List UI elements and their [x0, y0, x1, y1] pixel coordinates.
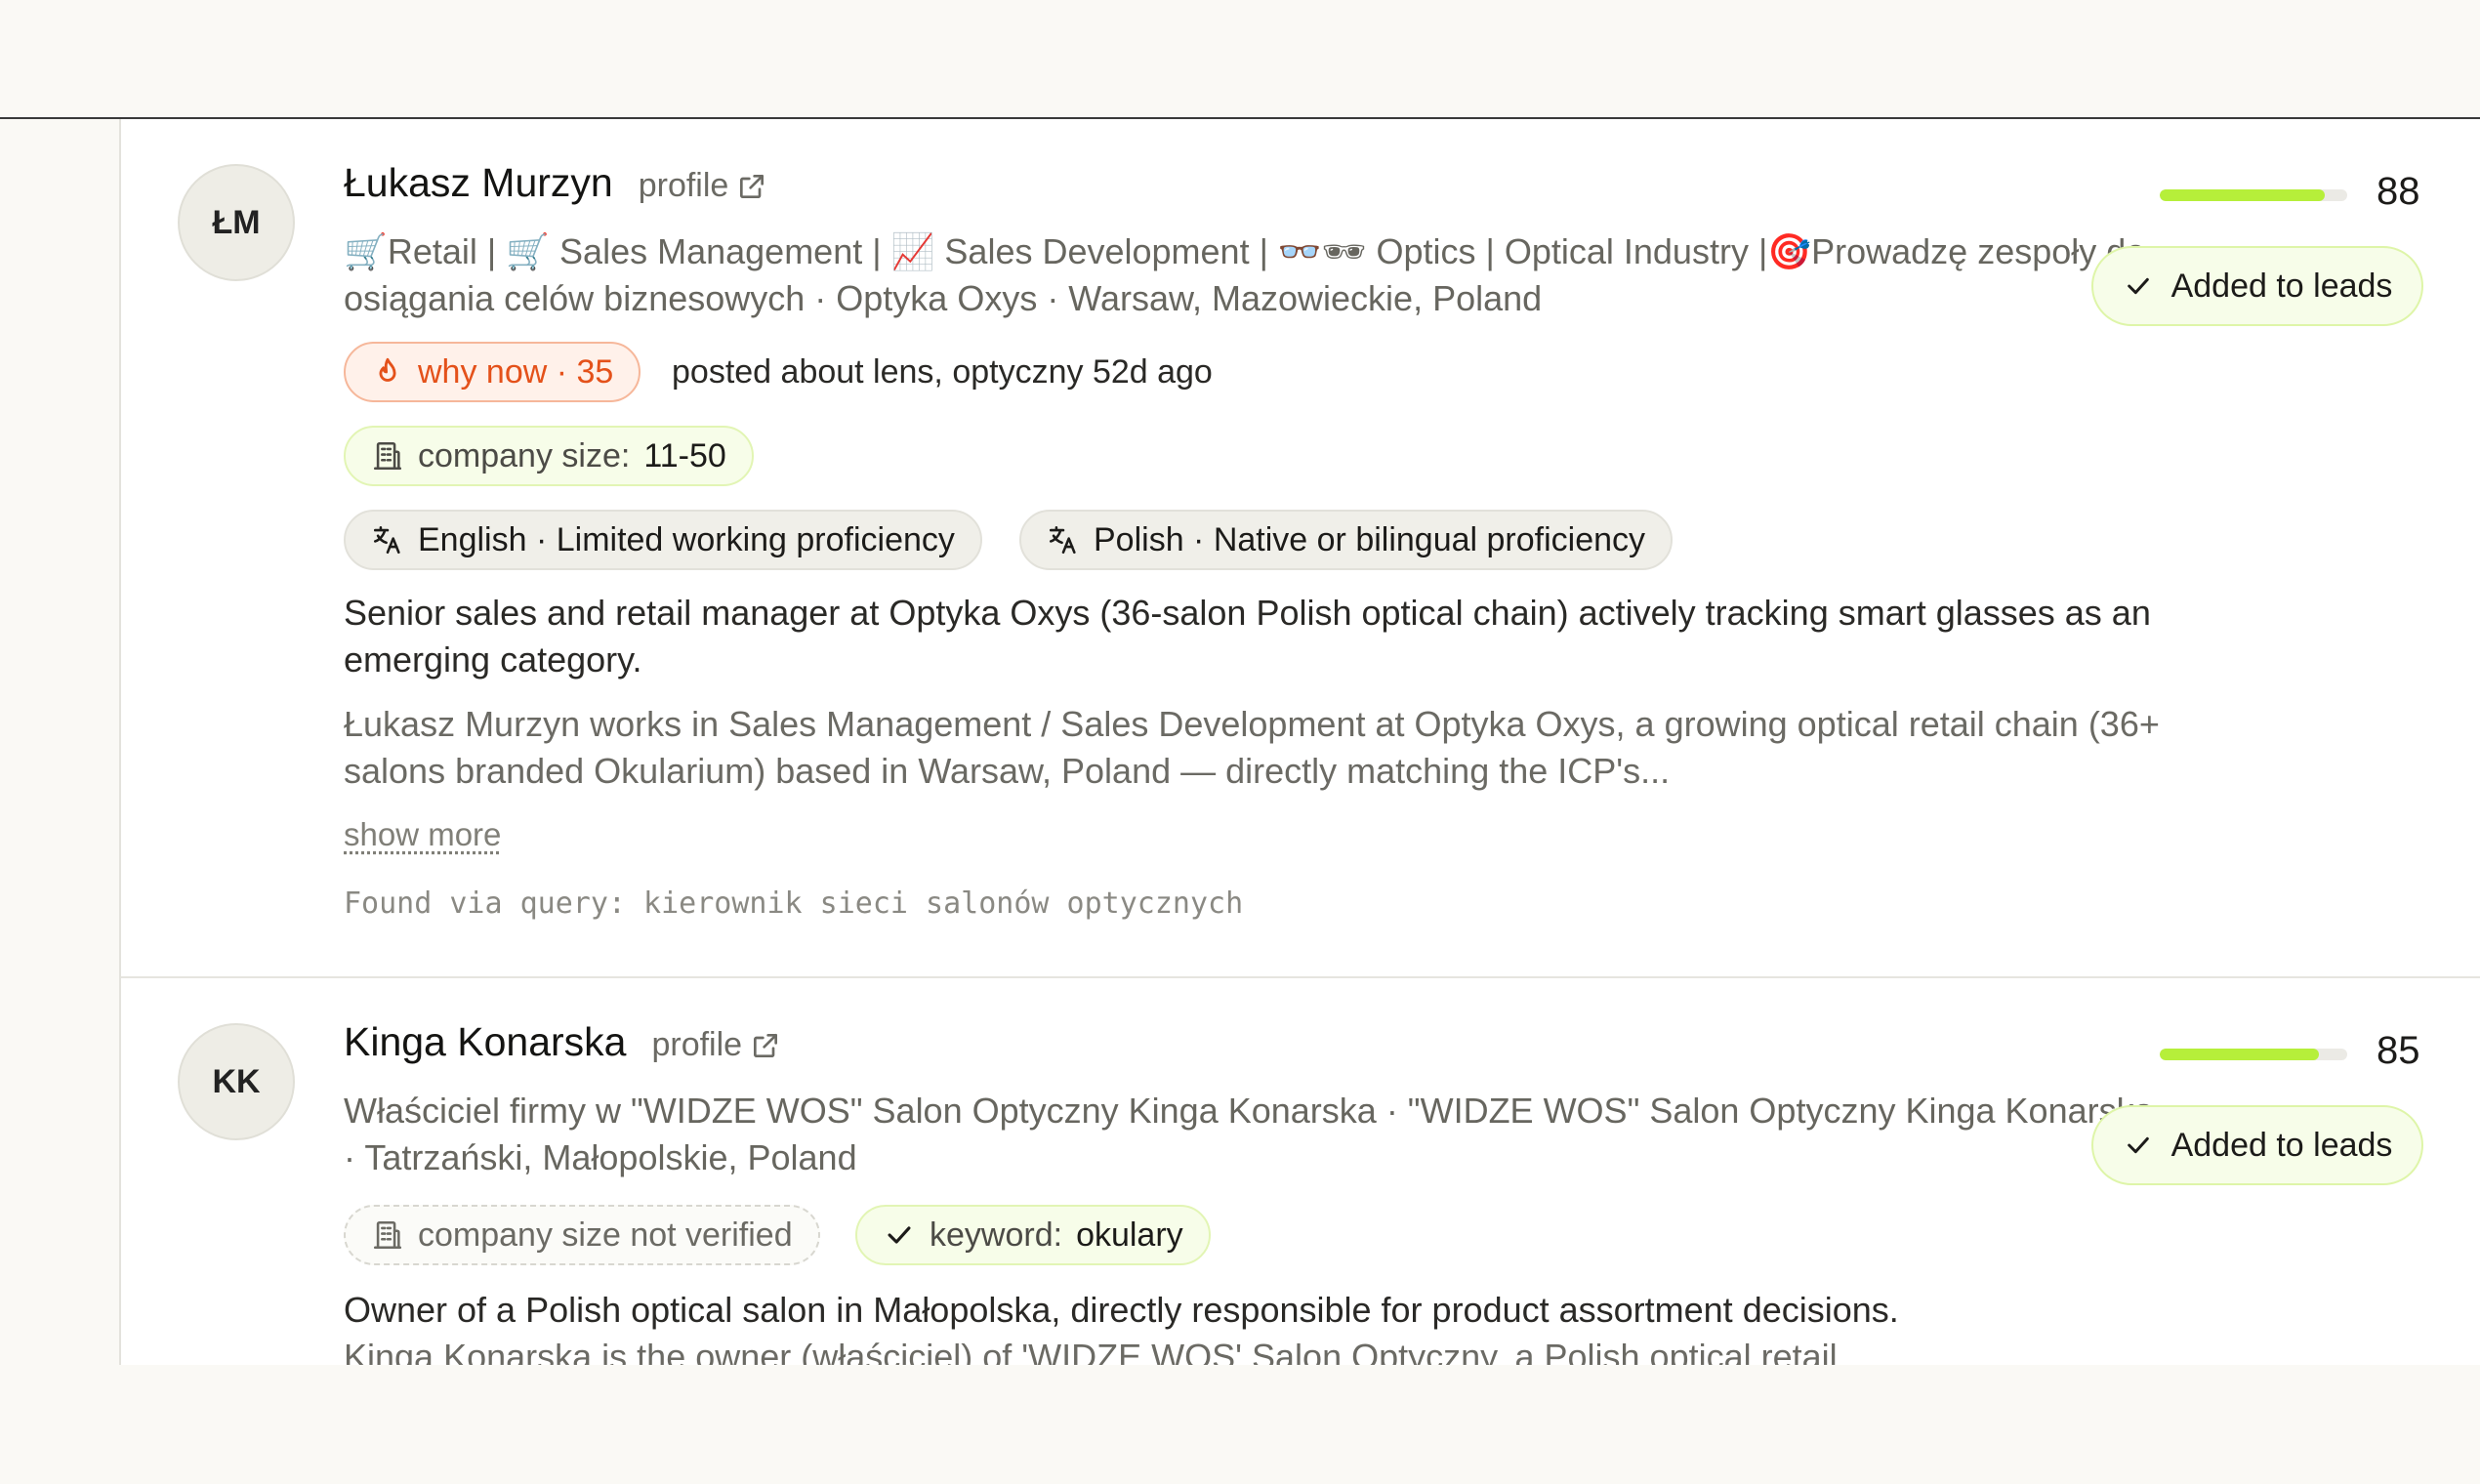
bottom-area	[0, 1365, 2480, 1484]
score-bar-fill	[2160, 1049, 2320, 1060]
candidate-list: ŁM Łukasz Murzyn profile 🛒Retail | 🛒 Sal…	[121, 119, 2480, 1365]
found-via-query: Found via query: kierownik sieci salonów…	[344, 886, 1244, 921]
show-more-link[interactable]: show more	[344, 816, 501, 853]
added-to-leads-label: Added to leads	[2170, 267, 2393, 305]
keyword-badge: keyword: okulary	[855, 1205, 1211, 1265]
score-bar	[2160, 1049, 2347, 1060]
keyword-label: keyword:	[930, 1216, 1063, 1254]
company-size-label: company size:	[418, 436, 631, 474]
why-now-reason: posted about lens, optyczny 52d ago	[672, 353, 1213, 391]
score-value: 85	[2377, 1029, 2420, 1072]
candidate-card: ŁM Łukasz Murzyn profile 🛒Retail | 🛒 Sal…	[121, 119, 2480, 978]
profile-link-label: profile	[638, 167, 729, 204]
left-gutter	[0, 119, 121, 1365]
profile-link[interactable]: profile	[651, 1026, 781, 1064]
why-now-badge[interactable]: why now · 35	[344, 342, 641, 402]
name-row: Łukasz Murzyn profile	[344, 160, 767, 206]
name-row: Kinga Konarska profile	[344, 1019, 781, 1065]
language-badge: English · Limited working proficiency	[344, 510, 982, 570]
company-size-unverified-badge: company size not verified	[344, 1205, 820, 1265]
company-size-value: 11-50	[643, 436, 726, 474]
candidate-detail: Kinga Konarska is the owner (właściciel)…	[344, 1337, 1838, 1365]
avatar: KK	[178, 1023, 295, 1140]
added-to-leads-button[interactable]: Added to leads	[2091, 246, 2423, 326]
building-icon	[373, 441, 402, 471]
flame-icon	[379, 357, 396, 382]
check-icon	[2127, 277, 2149, 295]
external-link-icon	[740, 174, 765, 198]
company-size-badge: company size: 11-50	[344, 426, 754, 486]
match-score: 85	[2160, 1029, 2480, 1088]
translate-icon	[373, 525, 400, 555]
language-label: Polish · Native or bilingual proficiency	[1094, 520, 1646, 558]
score-bar	[2160, 189, 2347, 201]
profile-link[interactable]: profile	[639, 167, 768, 205]
language-label: English · Limited working proficiency	[418, 520, 955, 558]
avatar: ŁM	[178, 164, 295, 281]
top-toolbar	[0, 0, 2480, 119]
check-icon	[888, 1226, 911, 1244]
candidate-name: Kinga Konarska	[344, 1019, 627, 1064]
candidate-summary: Senior sales and retail manager at Optyk…	[344, 593, 2151, 680]
match-score: 88	[2160, 170, 2480, 228]
building-icon	[373, 1220, 402, 1250]
added-to-leads-label: Added to leads	[2170, 1126, 2393, 1164]
company-size-unverified-label: company size not verified	[418, 1216, 793, 1254]
translate-icon	[1049, 525, 1076, 555]
check-icon	[2127, 1136, 2149, 1154]
profile-link-label: profile	[651, 1026, 743, 1063]
candidate-headline: Właściciel firmy w "WIDZE WOS" Salon Opt…	[344, 1091, 2154, 1177]
candidate-card: KK Kinga Konarska profile Właściciel fir…	[121, 978, 2480, 1365]
why-now-label: why now · 35	[418, 352, 614, 391]
added-to-leads-button[interactable]: Added to leads	[2091, 1105, 2423, 1185]
candidate-headline: 🛒Retail | 🛒 Sales Management | 📈 Sales D…	[344, 231, 2146, 318]
language-badge: Polish · Native or bilingual proficiency	[1019, 510, 1674, 570]
external-link-icon	[754, 1033, 778, 1057]
keyword-value: okulary	[1076, 1216, 1183, 1254]
candidate-summary: Owner of a Polish optical salon in Małop…	[344, 1290, 1899, 1330]
candidate-detail: Łukasz Murzyn works in Sales Management …	[344, 704, 2160, 791]
score-bar-fill	[2160, 189, 2325, 201]
candidate-name: Łukasz Murzyn	[344, 160, 613, 205]
score-value: 88	[2377, 170, 2420, 213]
